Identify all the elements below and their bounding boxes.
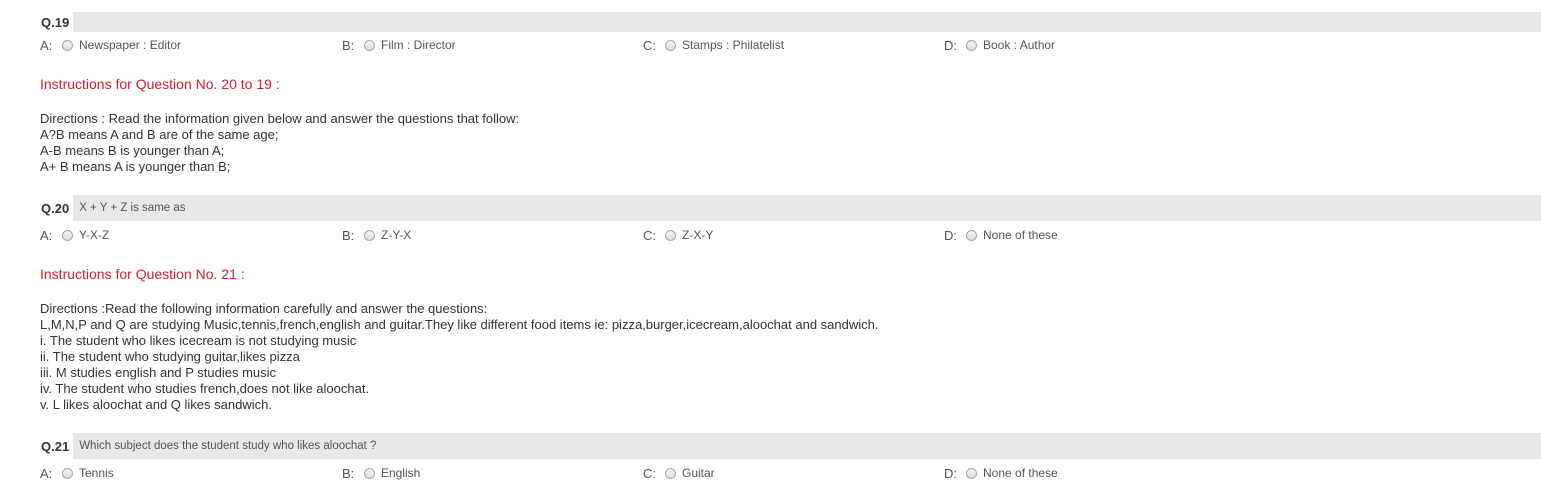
radio-button[interactable]	[966, 39, 977, 51]
option-letter: B:	[342, 227, 355, 243]
directions-line: iv. The student who studies french,does …	[40, 381, 370, 396]
directions-line: ii. The student who studying guitar,like…	[40, 349, 300, 364]
option-b[interactable]: B: English	[342, 464, 420, 482]
question-number: Q.21	[36, 433, 74, 459]
question-header-19: Q.19	[36, 12, 1541, 32]
radio-button[interactable]	[364, 39, 375, 51]
question-text	[73, 12, 1541, 32]
option-c[interactable]: C: Stamps : Philatelist	[643, 36, 784, 54]
directions-line: A+ B means A is younger than B;	[40, 159, 231, 174]
option-d[interactable]: D: Book : Author	[944, 36, 1055, 54]
question-header-21: Q.21 Which subject does the student stud…	[36, 433, 1541, 459]
radio-button[interactable]	[966, 229, 977, 241]
option-text: Stamps : Philatelist	[682, 38, 785, 52]
option-letter: C:	[643, 465, 656, 481]
option-d[interactable]: D: None of these	[944, 464, 1058, 482]
option-letter: A:	[40, 37, 53, 53]
radio-button[interactable]	[364, 467, 375, 479]
options-row-21: A: Tennis B: English C: Guitar D: None o…	[40, 464, 1540, 482]
radio-button[interactable]	[665, 39, 676, 51]
option-b[interactable]: B: Z-Y-X	[342, 226, 411, 244]
radio-button[interactable]	[966, 467, 977, 479]
option-text: Z-Y-X	[381, 228, 412, 242]
option-d[interactable]: D: None of these	[944, 226, 1058, 244]
instructions-title: Instructions for Question No. 20 to 19 :	[40, 76, 280, 92]
option-text: Newspaper : Editor	[79, 38, 182, 52]
option-a[interactable]: A: Y-X-Z	[40, 226, 109, 244]
radio-button[interactable]	[62, 467, 73, 479]
question-header-20: Q.20 X + Y + Z is same as	[36, 195, 1541, 221]
option-text: Guitar	[682, 466, 715, 480]
option-letter: A:	[40, 465, 53, 481]
radio-button[interactable]	[665, 467, 676, 479]
option-c[interactable]: C: Guitar	[643, 464, 715, 482]
directions-line: Directions :Read the following informati…	[40, 301, 488, 316]
options-row-19: A: Newspaper : Editor B: Film : Director…	[40, 36, 1540, 54]
question-number: Q.19	[36, 12, 74, 32]
option-letter: C:	[643, 37, 656, 53]
directions-line: iii. M studies english and P studies mus…	[40, 365, 277, 380]
option-text: None of these	[983, 228, 1058, 242]
option-letter: D:	[944, 465, 957, 481]
option-text: None of these	[983, 466, 1058, 480]
directions-line: A-B means B is younger than A;	[40, 143, 225, 158]
option-c[interactable]: C: Z-X-Y	[643, 226, 713, 244]
exam-page: Q.19 A: Newspaper : Editor B: Film : Dir…	[0, 0, 1541, 494]
option-text: Book : Author	[983, 38, 1056, 52]
directions-block: Directions :Read the following informati…	[40, 301, 878, 413]
radio-button[interactable]	[62, 229, 73, 241]
directions-line: L,M,N,P and Q are studying Music,tennis,…	[40, 317, 879, 332]
question-text: Which subject does the student study who…	[73, 433, 1541, 459]
option-letter: B:	[342, 37, 355, 53]
option-text: Film : Director	[381, 38, 456, 52]
option-text: Y-X-Z	[79, 228, 110, 242]
option-a[interactable]: A: Newspaper : Editor	[40, 36, 181, 54]
directions-block: Directions : Read the information given …	[40, 111, 519, 175]
options-row-20: A: Y-X-Z B: Z-Y-X C: Z-X-Y D: None of th…	[40, 226, 1540, 244]
directions-line: v. L likes aloochat and Q likes sandwich…	[40, 397, 272, 412]
option-text: English	[381, 466, 421, 480]
directions-line: A?B means A and B are of the same age;	[40, 127, 279, 142]
option-text: Tennis	[79, 466, 114, 480]
question-number: Q.20	[36, 195, 74, 221]
directions-line: i. The student who likes icecream is not…	[40, 333, 357, 348]
directions-line: Directions : Read the information given …	[40, 111, 520, 126]
option-b[interactable]: B: Film : Director	[342, 36, 456, 54]
option-letter: D:	[944, 227, 957, 243]
instructions-title: Instructions for Question No. 21 :	[40, 266, 245, 282]
question-text: X + Y + Z is same as	[73, 195, 1541, 221]
option-letter: B:	[342, 465, 355, 481]
option-letter: D:	[944, 37, 957, 53]
radio-button[interactable]	[665, 229, 676, 241]
option-letter: C:	[643, 227, 656, 243]
radio-button[interactable]	[62, 39, 73, 51]
option-text: Z-X-Y	[682, 228, 714, 242]
option-letter: A:	[40, 227, 53, 243]
option-a[interactable]: A: Tennis	[40, 464, 114, 482]
radio-button[interactable]	[364, 229, 375, 241]
